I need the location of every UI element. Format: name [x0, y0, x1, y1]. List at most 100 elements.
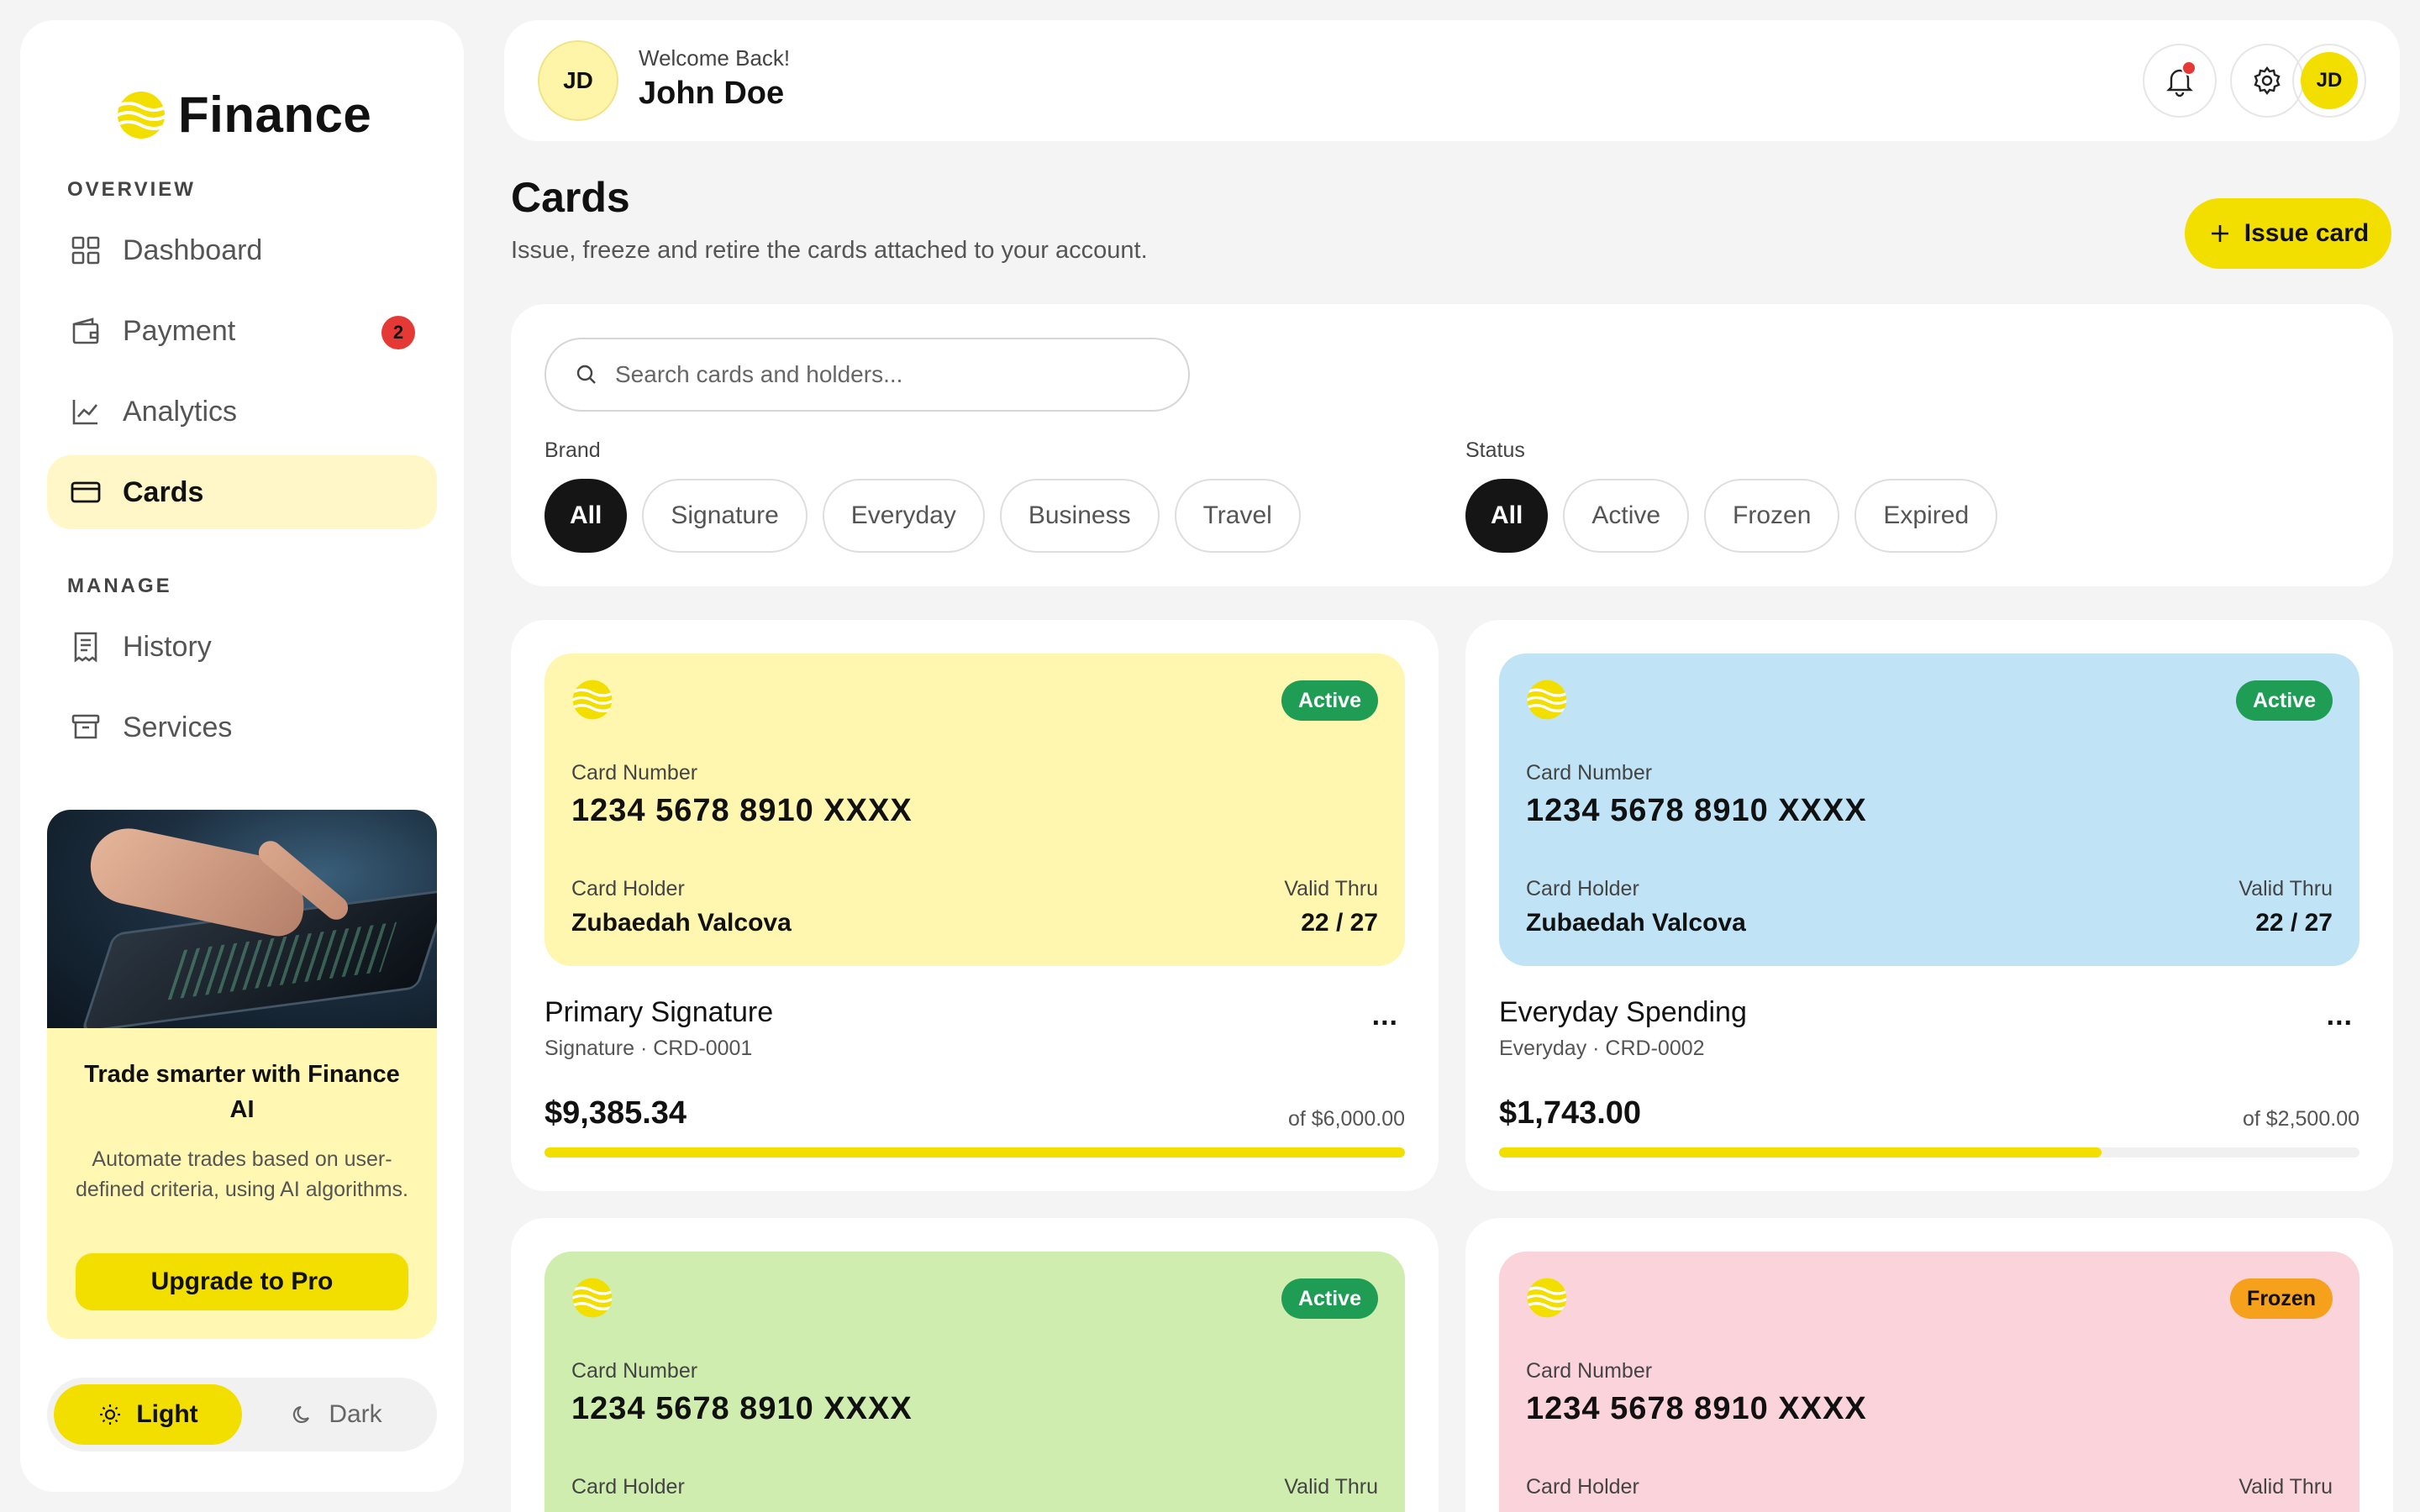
usage-bar — [544, 1147, 1405, 1158]
card-icon — [71, 481, 101, 503]
notification-dot — [2181, 60, 2196, 76]
gear-icon — [2254, 66, 2281, 95]
moon-icon — [293, 1405, 310, 1424]
card-number-label: Card Number — [571, 1359, 698, 1383]
valid-thru: 22 / 27 — [2255, 909, 2333, 937]
sidebar-item-label: Payment — [123, 314, 236, 347]
brand-chip-everyday[interactable]: Everyday — [822, 479, 985, 553]
valid-thru-label: Valid Thru — [1284, 1475, 1378, 1499]
finance-logo-icon — [118, 91, 165, 139]
receipt-icon — [74, 632, 97, 663]
card-limit: of $6,000.00 — [1287, 1107, 1405, 1131]
user-avatar[interactable]: JD — [538, 40, 618, 121]
payment-badge: 2 — [381, 316, 415, 349]
status-chip-all[interactable]: All — [1465, 479, 1549, 553]
brand-chip-travel[interactable]: Travel — [1174, 479, 1301, 553]
archive-icon — [71, 714, 100, 739]
usage-bar-fill — [544, 1147, 1405, 1158]
sidebar: Finance OVERVIEW Dashboard Payment 2 Ana… — [20, 20, 464, 1492]
brand-chip-all[interactable]: All — [544, 479, 628, 553]
card-limit: of $2,500.00 — [2242, 1107, 2360, 1131]
card-number-label: Card Number — [1526, 761, 1653, 785]
card-balance: $1,743.00 — [1499, 1095, 1642, 1131]
sidebar-item-label: Services — [123, 711, 233, 743]
wallet-icon — [72, 318, 99, 344]
status-chip-expired[interactable]: Expired — [1854, 479, 1998, 553]
card-number-label: Card Number — [1526, 1359, 1653, 1383]
theme-switch: Light Dark — [47, 1378, 437, 1452]
status-chip-frozen[interactable]: Frozen — [1704, 479, 1840, 553]
brand-chip-signature[interactable]: Signature — [642, 479, 808, 553]
valid-thru: 22 / 27 — [1301, 909, 1378, 937]
status-badge: Frozen — [2230, 1278, 2333, 1319]
promo-title: Trade smarter with Finance AI — [84, 1061, 400, 1123]
card-holder-label: Card Holder — [1526, 1475, 1639, 1499]
search-icon — [576, 365, 596, 384]
sidebar-item-label: Analytics — [123, 395, 238, 428]
sidebar-item-payment[interactable]: Payment 2 — [47, 294, 437, 368]
card-number: 1234 5678 8910 XXXX — [1526, 793, 1867, 828]
sidebar-item-analytics[interactable]: Analytics — [47, 375, 437, 449]
credit-card[interactable]: Frozen Card Number 1234 5678 8910 XXXX C… — [1499, 1252, 2360, 1512]
theme-dark-button[interactable]: Dark — [242, 1384, 430, 1445]
card-logo-icon — [1527, 680, 1567, 720]
overview-section-label: OVERVIEW — [67, 178, 196, 201]
sun-icon — [100, 1404, 121, 1425]
welcome-text: Welcome Back! — [639, 45, 791, 71]
dashboard-icon — [71, 236, 100, 265]
credit-card[interactable]: Active Card Number 1234 5678 8910 XXXX C… — [544, 654, 1405, 966]
search-input[interactable] — [615, 361, 1153, 388]
sidebar-item-cards[interactable]: Cards — [47, 455, 437, 529]
promo-card: Trade smarter with Finance AI Automate t… — [47, 810, 437, 1339]
card-balance: $9,385.34 — [544, 1095, 687, 1131]
status-filter-label: Status — [1465, 438, 1525, 462]
brand-filter-chips: All Signature Everyday Business Travel — [544, 479, 1316, 553]
sidebar-item-label: Dashboard — [123, 234, 263, 266]
theme-light-button[interactable]: Light — [54, 1384, 242, 1445]
status-chip-active[interactable]: Active — [1563, 479, 1690, 553]
page-title: Cards — [511, 174, 630, 221]
page-subtitle: Issue, freeze and retire the cards attac… — [511, 237, 1148, 264]
plus-icon — [2211, 225, 2228, 242]
status-badge: Active — [2235, 680, 2333, 721]
notifications-button[interactable] — [2143, 44, 2217, 118]
analytics-icon — [72, 400, 98, 425]
status-badge: Active — [1281, 680, 1378, 721]
promo-image — [47, 810, 437, 1028]
card-holder-label: Card Holder — [1526, 877, 1639, 900]
sidebar-item-history[interactable]: History — [47, 610, 437, 684]
card-name: Primary Signature — [544, 996, 774, 1028]
card-holder-label: Card Holder — [571, 1475, 685, 1499]
brand-filter-label: Brand — [544, 438, 601, 462]
card-panel-everyday-spending[interactable]: Active Card Number 1234 5678 8910 XXXX C… — [1465, 620, 2393, 1191]
credit-card[interactable]: Active Card Number 1234 5678 8910 XXXX C… — [1499, 654, 2360, 966]
card-panel-4[interactable]: Frozen Card Number 1234 5678 8910 XXXX C… — [1465, 1218, 2393, 1512]
card-number-label: Card Number — [571, 761, 698, 785]
sidebar-item-label: Cards — [123, 475, 204, 508]
valid-thru-label: Valid Thru — [2238, 877, 2333, 900]
more-options-button[interactable]: ... — [2327, 1000, 2353, 1032]
credit-card[interactable]: Active Card Number 1234 5678 8910 XXXX C… — [544, 1252, 1405, 1512]
brand[interactable]: Finance — [116, 86, 371, 144]
card-logo-icon — [572, 680, 613, 720]
card-panel-primary-signature[interactable]: Active Card Number 1234 5678 8910 XXXX C… — [511, 620, 1439, 1191]
sidebar-item-services[interactable]: Services — [47, 690, 437, 764]
promo-description: Automate trades based on user-defined cr… — [75, 1147, 409, 1201]
card-panel-3[interactable]: Active Card Number 1234 5678 8910 XXXX C… — [511, 1218, 1439, 1512]
filters-panel: Brand All Signature Everyday Business Tr… — [511, 304, 2393, 586]
card-number: 1234 5678 8910 XXXX — [571, 793, 913, 828]
card-logo-icon — [572, 1278, 613, 1318]
brand-chip-business[interactable]: Business — [999, 479, 1160, 553]
profile-avatar[interactable]: JD — [2292, 44, 2366, 118]
more-options-button[interactable]: ... — [1372, 1000, 1398, 1032]
sidebar-item-dashboard[interactable]: Dashboard — [47, 213, 437, 287]
issue-card-button[interactable]: Issue card — [2185, 198, 2391, 269]
manage-section-label: MANAGE — [67, 575, 172, 597]
card-holder-label: Card Holder — [571, 877, 685, 900]
usage-bar — [1499, 1147, 2360, 1158]
search-box[interactable] — [544, 338, 1190, 412]
card-number: 1234 5678 8910 XXXX — [571, 1391, 913, 1426]
upgrade-button[interactable]: Upgrade to Pro — [76, 1253, 408, 1310]
usage-bar-fill — [1499, 1147, 2102, 1158]
card-number: 1234 5678 8910 XXXX — [1526, 1391, 1867, 1426]
